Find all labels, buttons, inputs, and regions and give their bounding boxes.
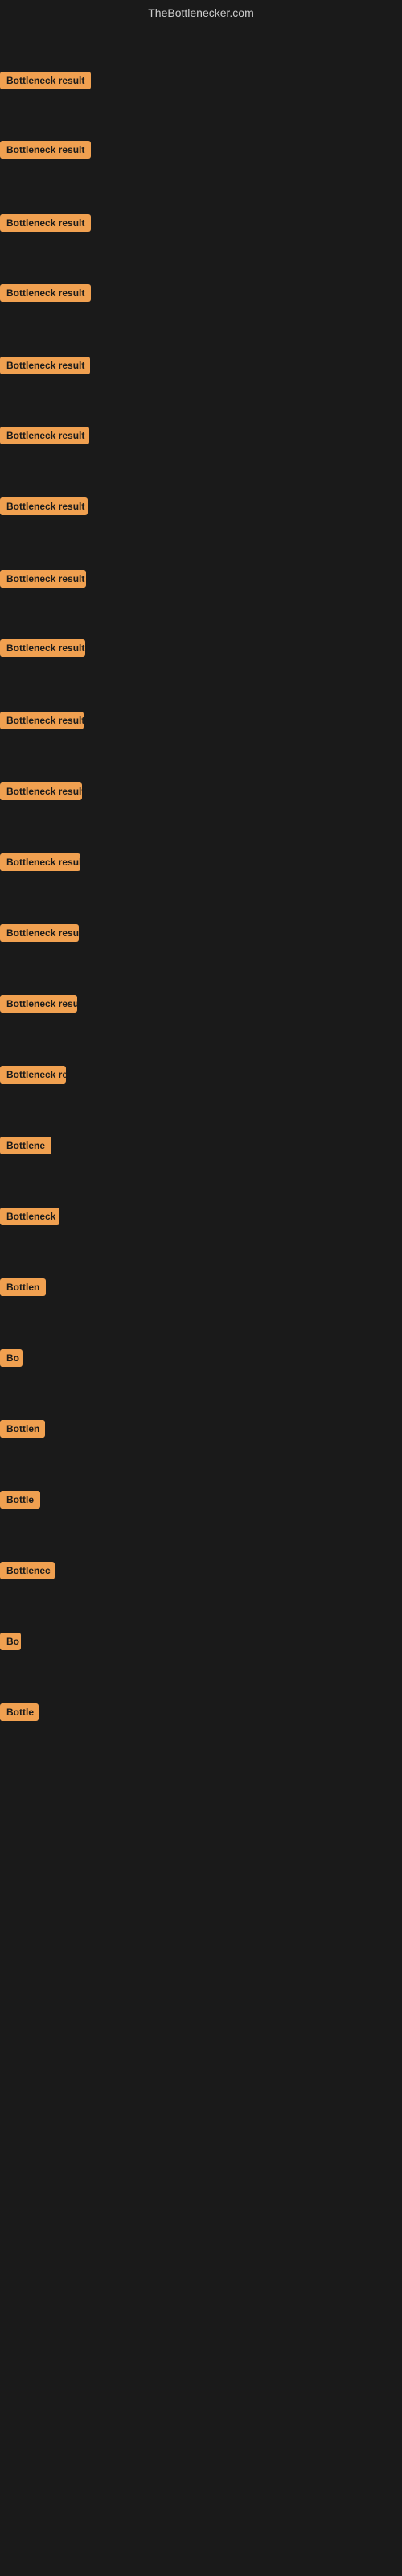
- bottleneck-badge-item: Bottleneck result: [0, 639, 85, 661]
- bottleneck-badge: Bottleneck result: [0, 214, 91, 232]
- bottleneck-badge-item: Bottle: [0, 1491, 40, 1513]
- bottleneck-badge: Bottleneck result: [0, 427, 89, 444]
- bottleneck-badge: Bottleneck result: [0, 72, 91, 89]
- bottleneck-badge-item: Bottleneck re: [0, 1066, 66, 1088]
- bottleneck-badge-item: Bottleneck result: [0, 357, 90, 378]
- bottleneck-badge-item: Bottleneck r: [0, 1208, 59, 1229]
- bottleneck-badge-item: Bo: [0, 1633, 21, 1654]
- bottleneck-badge: Bottleneck result: [0, 497, 88, 515]
- bottleneck-badge: Bottleneck result: [0, 570, 86, 588]
- bottleneck-badge-item: Bottlen: [0, 1420, 45, 1442]
- bottleneck-badge-item: Bottleneck result: [0, 712, 84, 733]
- bottleneck-badge: Bottle: [0, 1491, 40, 1509]
- bottleneck-badge: Bottlene: [0, 1137, 51, 1154]
- bottleneck-badge: Bottleneck result: [0, 924, 79, 942]
- bottleneck-badge: Bottleneck re: [0, 1066, 66, 1084]
- bottleneck-badge: Bottleneck result: [0, 995, 77, 1013]
- bottleneck-badge-item: Bottleneck result: [0, 570, 86, 592]
- bottleneck-badge-item: Bottleneck result: [0, 427, 89, 448]
- bottleneck-badge-item: Bottleneck result: [0, 995, 77, 1017]
- bottleneck-badge-item: Bo: [0, 1349, 23, 1371]
- bottleneck-badge: Bottle: [0, 1703, 39, 1721]
- bottleneck-badge: Bottleneck result: [0, 284, 91, 302]
- bottleneck-badge-item: Bottleneck result: [0, 284, 91, 306]
- bottleneck-badge-item: Bottleneck result: [0, 853, 80, 875]
- bottleneck-badge-item: Bottlenec: [0, 1562, 55, 1583]
- bottleneck-badge: Bottleneck result: [0, 782, 82, 800]
- bottleneck-badge-item: Bottleneck result: [0, 72, 91, 93]
- bottleneck-badge: Bottleneck result: [0, 357, 90, 374]
- bottleneck-badge-item: Bottleneck result: [0, 924, 79, 946]
- bottleneck-badge: Bottleneck result: [0, 712, 84, 729]
- bottleneck-badge: Bottleneck result: [0, 853, 80, 871]
- bottleneck-badge: Bottlen: [0, 1420, 45, 1438]
- bottleneck-badge: Bo: [0, 1349, 23, 1367]
- bottleneck-badge-item: Bottleneck result: [0, 214, 91, 236]
- bottleneck-badge: Bottlenec: [0, 1562, 55, 1579]
- bottleneck-badge-item: Bottleneck result: [0, 497, 88, 519]
- bottleneck-badge: Bottleneck result: [0, 639, 85, 657]
- bottleneck-badge-item: Bottleneck result: [0, 141, 91, 163]
- bottleneck-badge: Bo: [0, 1633, 21, 1650]
- bottleneck-badge-item: Bottle: [0, 1703, 39, 1725]
- bottleneck-badge-item: Bottleneck result: [0, 782, 82, 804]
- bottleneck-badge: Bottlen: [0, 1278, 46, 1296]
- bottleneck-badge-item: Bottlen: [0, 1278, 46, 1300]
- bottleneck-badge-item: Bottlene: [0, 1137, 51, 1158]
- bottleneck-badge: Bottleneck result: [0, 141, 91, 159]
- site-title: TheBottlenecker.com: [0, 0, 402, 26]
- bottleneck-badge: Bottleneck r: [0, 1208, 59, 1225]
